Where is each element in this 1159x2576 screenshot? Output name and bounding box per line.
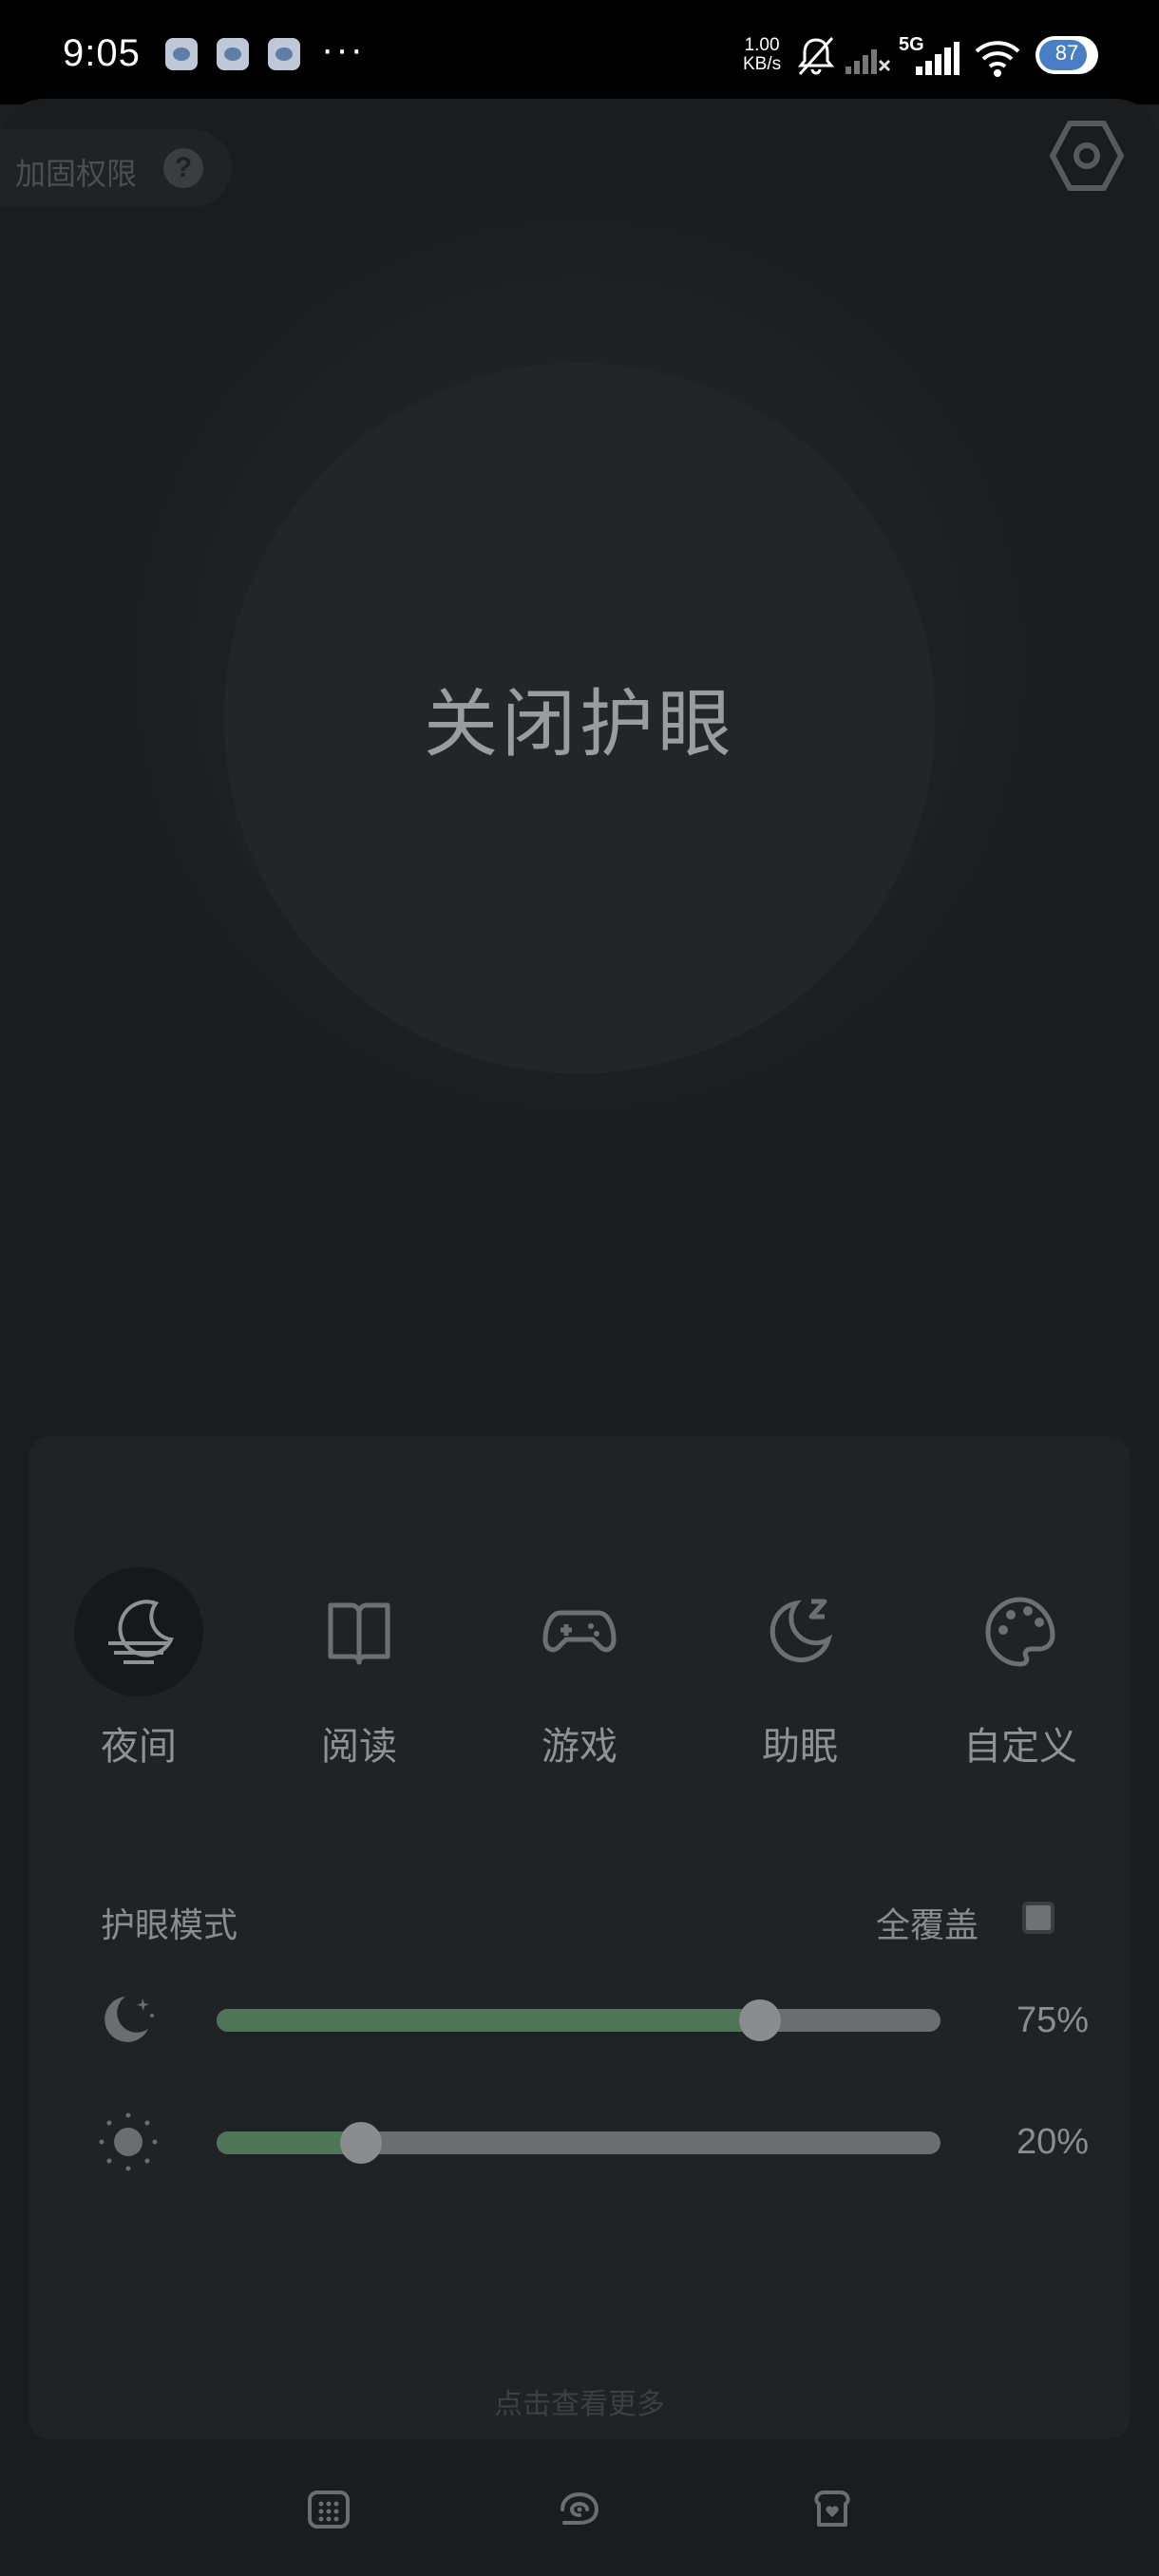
grid-icon[interactable]: [306, 2487, 352, 2532]
moon-night-icon: [108, 1600, 174, 1664]
swirl-icon[interactable]: [557, 2487, 602, 2532]
mode-game-icon-wrap: [515, 1567, 644, 1696]
mode-sleep-icon-wrap: [735, 1567, 864, 1696]
help-icon[interactable]: ?: [163, 148, 203, 188]
battery-level: 87: [1054, 41, 1079, 65]
wifi-icon: [975, 41, 1020, 77]
mode-sleep[interactable]: 助眠: [714, 1567, 885, 1771]
network-speed: 1.00 KB/s: [743, 36, 781, 74]
network-speed-value: 1.00: [744, 35, 780, 55]
settings-icon[interactable]: [1049, 118, 1125, 194]
palette-icon: [985, 1597, 1055, 1667]
filter-slider-thumb[interactable]: [738, 1999, 781, 2041]
eye-protection-toggle-label: 关闭护眼: [423, 682, 735, 766]
mode-night-label: 夜间: [101, 1726, 177, 1768]
mode-game-label: 游戏: [542, 1726, 618, 1768]
toast-heart-icon[interactable]: [809, 2487, 855, 2532]
bell-muted-icon: [797, 36, 835, 76]
mode-reading-icon-wrap: [294, 1567, 424, 1696]
filter-value: 75%: [1016, 2000, 1089, 2040]
full-cover-checkbox[interactable]: [1022, 1902, 1054, 1934]
app-notification-icon: [165, 38, 198, 70]
mode-sleep-label: 助眠: [762, 1726, 838, 1768]
brightness-slider-track[interactable]: [217, 2122, 940, 2164]
moon-filter-icon: [104, 1997, 154, 2042]
mode-custom[interactable]: 自定义: [935, 1567, 1106, 1771]
mode-reading-label: 阅读: [321, 1726, 397, 1768]
more-link[interactable]: 点击查看更多: [0, 2380, 1159, 2422]
brightness-icon: [99, 2112, 158, 2171]
mode-game[interactable]: 游戏: [494, 1567, 665, 1771]
status-bar: 9:05 ··· 1.00 KB/s 5G 87: [0, 0, 1159, 104]
permission-label: 加固权限: [15, 157, 138, 191]
signal-5g-icon: [916, 42, 960, 75]
full-cover-label: 全覆盖: [876, 1905, 979, 1944]
gamepad-icon: [542, 1610, 617, 1653]
app-notification-icon: [217, 38, 249, 70]
app-notification-icon: [268, 38, 300, 70]
mode-custom-icon-wrap: [956, 1567, 1085, 1696]
mode-night[interactable]: 夜间: [53, 1567, 224, 1771]
eye-mode-title: 护眼模式: [101, 1905, 238, 1944]
filter-slider-track[interactable]: [217, 1999, 940, 2041]
battery-icon: 87: [1036, 36, 1098, 74]
more-notifications-icon: ···: [321, 28, 365, 70]
mode-reading[interactable]: 阅读: [274, 1567, 445, 1771]
mode-custom-label: 自定义: [963, 1726, 1077, 1768]
moon-sleep-icon: [770, 1599, 833, 1662]
signal-icon: [846, 49, 891, 74]
filter-slider-fill: [217, 2009, 760, 2032]
mode-night-icon-wrap: [74, 1567, 203, 1696]
brightness-value: 20%: [1016, 2122, 1089, 2162]
network-speed-unit: KB/s: [743, 54, 782, 74]
status-time: 9:05: [63, 32, 141, 74]
book-icon: [328, 1602, 390, 1665]
